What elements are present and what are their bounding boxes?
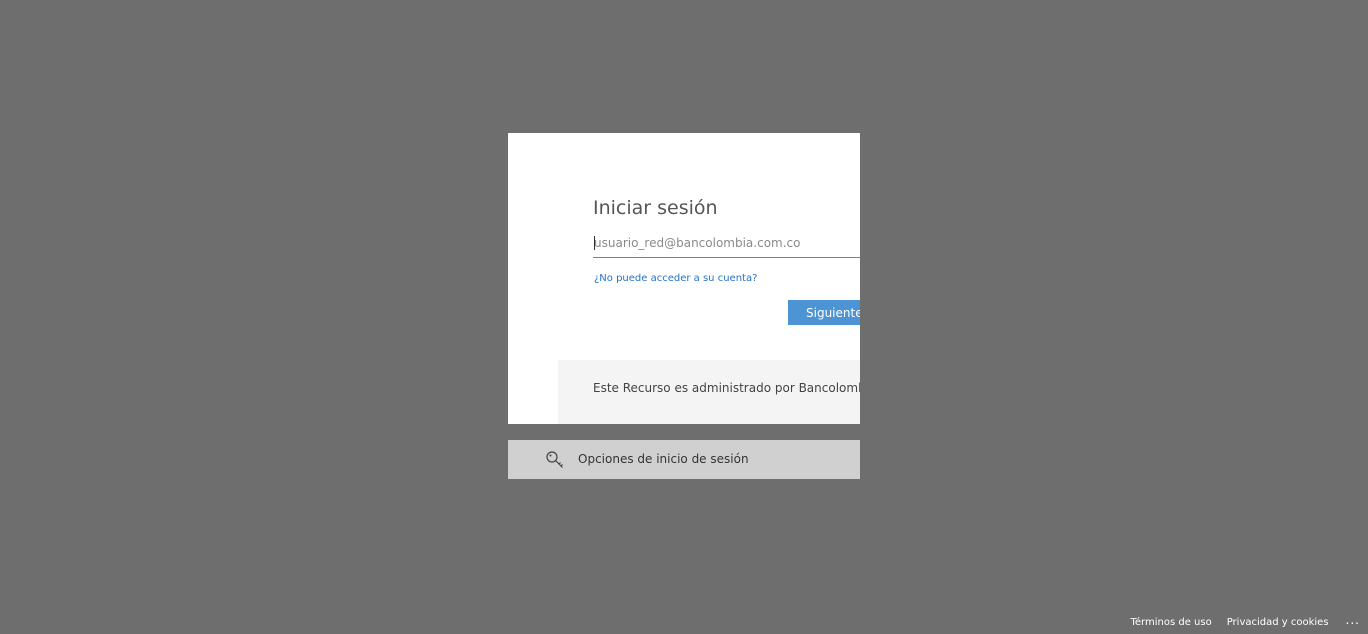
admin-notice-box: Este Recurso es administrado por Bancolo… — [558, 360, 860, 424]
signin-options-label: Opciones de inicio de sesión — [578, 452, 749, 466]
email-field-wrapper — [593, 231, 860, 258]
cant-access-account-link[interactable]: ¿No puede acceder a su cuenta? — [594, 273, 757, 284]
page-title: Iniciar sesión — [593, 197, 718, 219]
signin-card: Iniciar sesión ¿No puede acceder a su cu… — [508, 133, 860, 424]
page: Iniciar sesión ¿No puede acceder a su cu… — [0, 0, 1368, 634]
email-field[interactable] — [593, 231, 860, 255]
signin-options-button[interactable]: Opciones de inicio de sesión — [508, 440, 860, 479]
more-options-icon[interactable]: ... — [1346, 613, 1360, 627]
text-caret — [594, 236, 595, 250]
key-icon — [546, 451, 563, 468]
admin-notice-text: Este Recurso es administrado por Bancolo… — [593, 381, 860, 395]
privacy-cookies-link[interactable]: Privacidad y cookies — [1227, 617, 1329, 628]
terms-of-use-link[interactable]: Términos de uso — [1130, 617, 1211, 628]
footer-links: Términos de uso Privacidad y cookies ... — [1130, 613, 1360, 630]
next-button[interactable]: Siguiente — [788, 300, 860, 325]
